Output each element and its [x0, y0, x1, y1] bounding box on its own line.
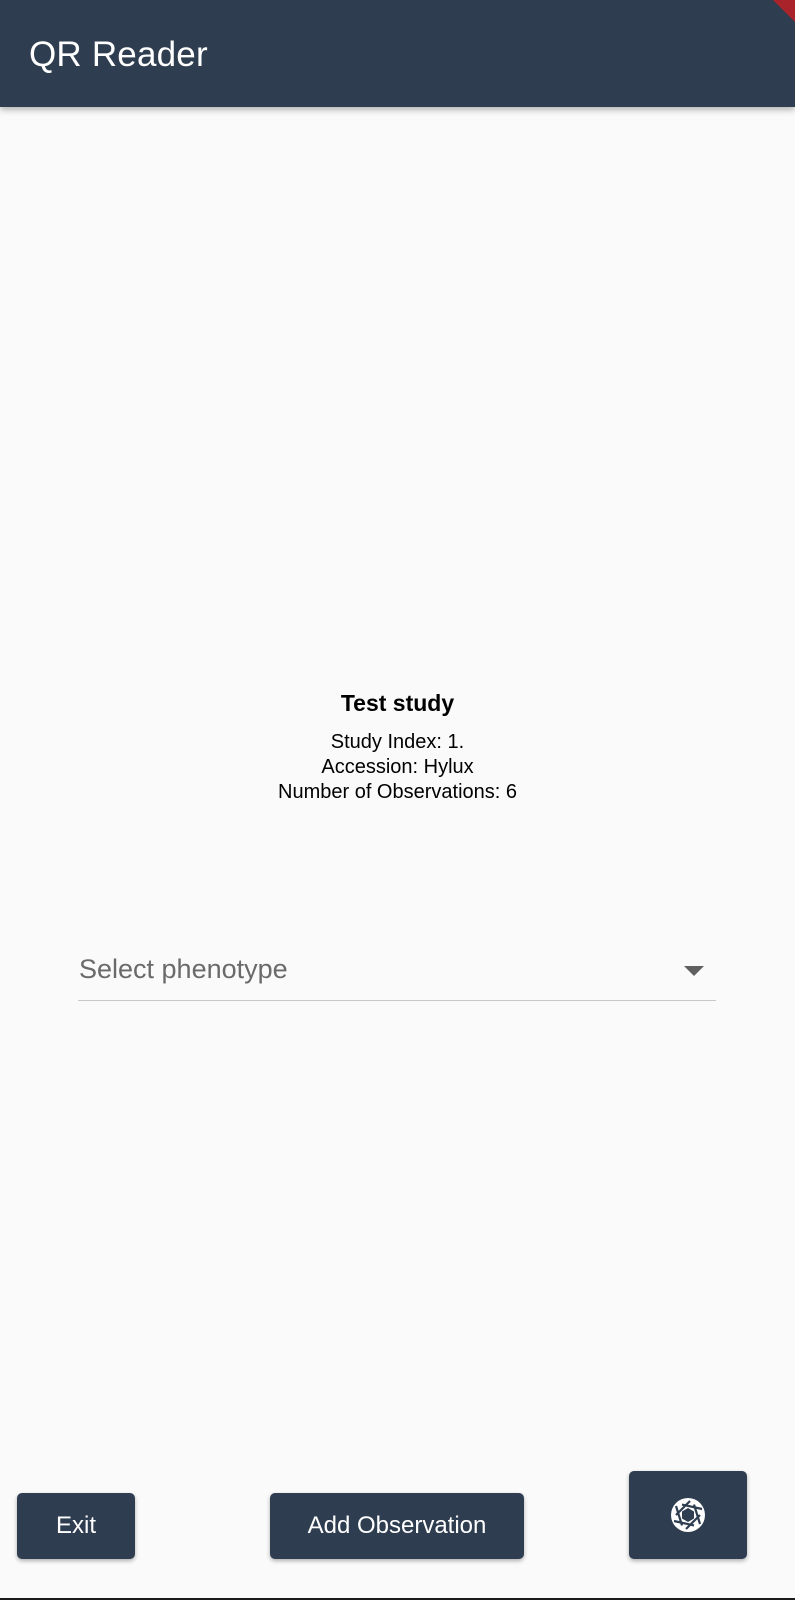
- camera-shutter-icon: [671, 1498, 705, 1532]
- study-info: Test study Study Index: 1. Accession: Hy…: [0, 688, 795, 805]
- app-title: QR Reader: [29, 35, 208, 74]
- add-observation-button-label: Add Observation: [307, 1512, 487, 1539]
- study-title: Test study: [340, 690, 455, 716]
- arrow-drop-down-icon: [684, 966, 704, 976]
- debug-banner: [773, 0, 795, 22]
- study-index: Study Index: 1.: [330, 731, 465, 753]
- add-observation-button[interactable]: Add Observation: [270, 1493, 524, 1559]
- phenotype-dropdown-placeholder: Select phenotype: [79, 954, 288, 984]
- app-bar: QR Reader: [0, 0, 795, 107]
- study-accession: Accession: Hylux: [321, 756, 474, 778]
- exit-button[interactable]: Exit: [17, 1493, 135, 1559]
- study-observations-count: Number of Observations: 6: [278, 781, 517, 803]
- camera-button[interactable]: [629, 1471, 747, 1559]
- phenotype-dropdown[interactable]: Select phenotype: [78, 944, 716, 1001]
- exit-button-label: Exit: [55, 1512, 96, 1539]
